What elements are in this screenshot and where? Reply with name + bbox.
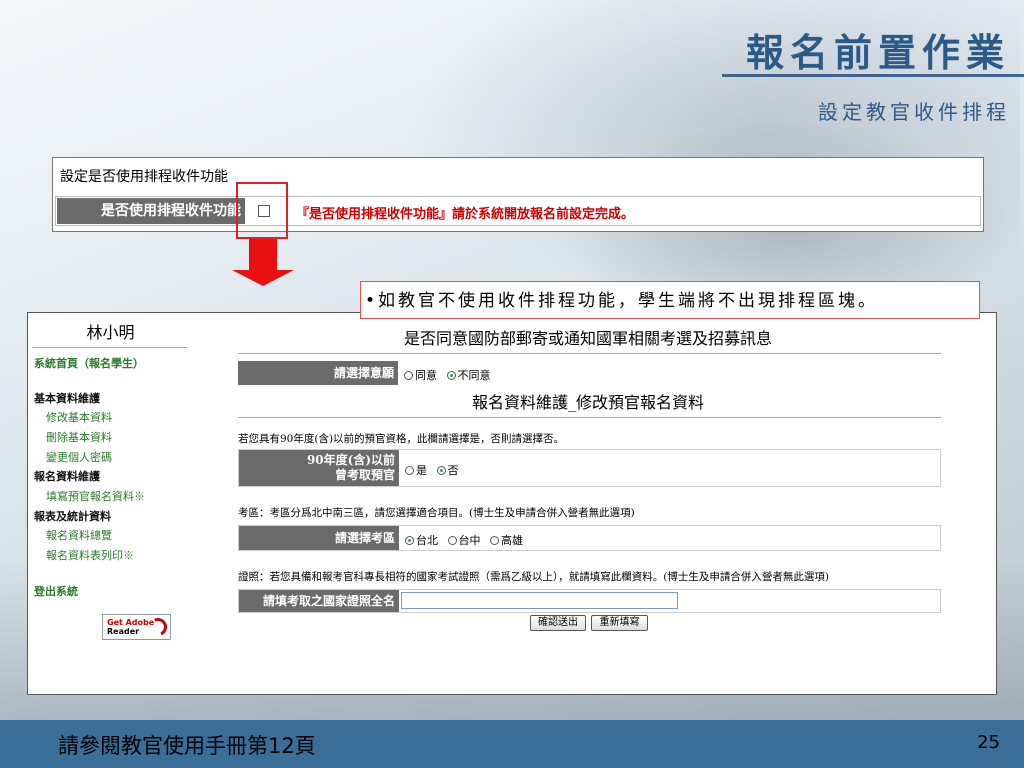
slide-title: 報名前置作業: [745, 30, 1010, 75]
main-form-area: 是否同意國防部郵寄或通知國軍相關考選及招募訊息 請選擇意願 同意 不同意 報名資…: [193, 313, 996, 694]
divider: [238, 353, 941, 354]
prior-note: 若您具有90年度(含)以前的預官資格，此欄請選擇是，否則請選擇否。: [238, 433, 565, 445]
option-label: 高雄: [501, 534, 523, 547]
footer-bar: 請參閱教官使用手冊第12頁 25: [0, 720, 1024, 768]
radio-icon: [490, 536, 499, 545]
nav-section-registration: 報名資料維護: [34, 470, 100, 483]
reset-button[interactable]: 重新填寫: [591, 615, 648, 631]
nav-print-registration[interactable]: 報名資料表列印※: [46, 547, 134, 563]
sidebar: 林小明 系統首頁（報名學生） 基本資料維護 修改基本資料 刪除基本資料 變更個人…: [28, 313, 193, 694]
divider: [32, 347, 187, 348]
region-option-kaohsiung[interactable]: 高雄: [490, 534, 523, 547]
option-label: 同意: [415, 369, 437, 382]
radio-icon: [405, 466, 414, 475]
slide-subtitle: 設定教官收件排程: [818, 100, 1010, 124]
region-note: 考區：考區分爲北中南三區，請您選擇適合項目。(博士生及申請合併入營者無此選項): [238, 507, 635, 519]
callout-note: •如教官不使用收件排程功能，學生端將不出現排程區塊。: [360, 281, 980, 319]
user-name: 林小明: [86, 323, 135, 342]
consent-row: 請選擇意願 同意 不同意: [238, 361, 941, 385]
region-option-taipei[interactable]: 台北: [405, 534, 438, 547]
checkbox-highlight-box: [236, 182, 288, 239]
consent-title: 是否同意國防部郵寄或通知國軍相關考選及招募訊息: [403, 329, 772, 348]
region-row: 請選擇考區 台北 台中 高雄: [238, 525, 941, 551]
divider: [238, 417, 941, 418]
consent-option-agree[interactable]: 同意: [404, 369, 437, 382]
radio-icon: [447, 536, 457, 545]
setting-heading: 設定是否使用排程收件功能: [60, 169, 228, 185]
license-input[interactable]: [401, 592, 678, 609]
down-arrow-icon: [249, 239, 277, 271]
nav-registration-overview[interactable]: 報名資料總覽: [46, 527, 112, 543]
student-view-screenshot: 林小明 系統首頁（報名學生） 基本資料維護 修改基本資料 刪除基本資料 變更個人…: [27, 312, 997, 695]
nav-edit-basic[interactable]: 修改基本資料: [46, 409, 112, 425]
nav-section-basic: 基本資料維護: [34, 392, 100, 405]
region-label: 請選擇考區: [239, 526, 399, 550]
prior-options: 是 否: [405, 462, 465, 478]
nav-change-password[interactable]: 變更個人密碼: [46, 449, 112, 465]
prior-label-line2: 曾考取預官: [334, 468, 395, 482]
consent-option-disagree[interactable]: 不同意: [446, 369, 491, 382]
nav-home[interactable]: 系統首頁（報名學生）: [34, 355, 144, 371]
radio-selected-icon: [405, 536, 414, 545]
license-label: 請填考取之國家證照全名: [239, 590, 399, 612]
setting-label: 是否使用排程收件功能: [57, 198, 245, 224]
title-underline: [722, 74, 1024, 77]
setting-note: 『是否使用排程收件功能』請於系統開放報名前設定完成。: [296, 207, 635, 222]
option-label: 台中: [458, 534, 481, 547]
nav-delete-basic[interactable]: 刪除基本資料: [46, 429, 112, 445]
adobe-reader-badge[interactable]: Get Adobe Reader: [102, 614, 171, 640]
prior-option-yes[interactable]: 是: [405, 464, 427, 477]
option-label: 否: [447, 464, 459, 477]
license-note: 證照：若您具備和報考官科專長相符的國家考試證照（需爲乙級以上），就請填寫此欄資料…: [238, 571, 829, 583]
down-arrow-head-icon: [232, 270, 294, 286]
radio-selected-icon: [436, 466, 446, 475]
prior-label-line1: 90年度(含)以前: [306, 453, 395, 467]
consent-options: 同意 不同意: [404, 367, 497, 383]
prior-row: 90年度(含)以前 曾考取預官 是 否: [238, 449, 941, 487]
nav-fill-registration[interactable]: 填寫預官報名資料※: [46, 488, 145, 504]
nav-logout[interactable]: 登出系統: [34, 583, 78, 599]
form-title: 報名資料維護_修改預官報名資料: [471, 393, 704, 412]
footer-reference: 請參閱教官使用手冊第12頁: [58, 734, 316, 758]
radio-icon: [404, 371, 413, 380]
consent-label: 請選擇意願: [238, 361, 398, 385]
radio-selected-icon: [446, 371, 456, 380]
region-options: 台北 台中 高雄: [405, 532, 529, 548]
region-option-taichung[interactable]: 台中: [447, 534, 481, 547]
option-label: 台北: [416, 534, 438, 547]
schedule-setting-panel: 設定是否使用排程收件功能 是否使用排程收件功能 『是否使用排程收件功能』請於系統…: [52, 157, 984, 232]
nav-section-reports: 報表及統計資料: [34, 510, 111, 523]
license-row: 請填考取之國家證照全名: [238, 589, 941, 613]
prior-label: 90年度(含)以前 曾考取預官: [239, 450, 399, 486]
option-label: 不同意: [457, 369, 491, 382]
page-number: 25: [977, 732, 1000, 753]
setting-row: 是否使用排程收件功能 『是否使用排程收件功能』請於系統開放報名前設定完成。: [55, 196, 981, 226]
option-label: 是: [416, 464, 427, 477]
prior-option-no[interactable]: 否: [436, 464, 459, 477]
submit-button[interactable]: 確認送出: [530, 615, 586, 631]
